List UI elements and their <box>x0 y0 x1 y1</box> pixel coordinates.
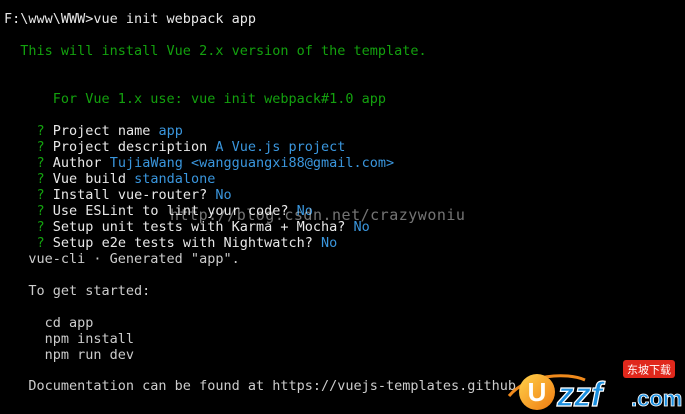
prompt-author: ? Author TujiaWang <wangguangxi88@gmail.… <box>4 139 395 171</box>
info-line-vue1-command: vue init webpack#1.0 app <box>190 91 387 107</box>
prompt-label: Setup e2e tests with Nightwatch? <box>52 235 322 251</box>
generated-message: vue-cli · Generated "app". <box>4 251 240 267</box>
info-line-vue1: For Vue 1.x use: vue init webpack#1.0 ap… <box>4 75 386 107</box>
step-cd: cd app <box>4 315 94 331</box>
info-line-vue1-label: For Vue 1.x use: <box>36 91 191 107</box>
watermark-url: http://blog.csdn.net/crazywoniu <box>170 206 466 224</box>
question-mark-icon: ? <box>36 235 45 251</box>
step-npm-install: npm install <box>4 331 135 347</box>
uzzf-logo-graphic: U zzf 东坡下载 .com <box>507 360 683 414</box>
uzzf-logo: U zzf 东坡下载 .com <box>507 354 685 414</box>
brand-text: zzf <box>556 376 606 414</box>
command-line: F:\www\WWW>vue init webpack app <box>4 11 256 27</box>
domain-text: .com <box>631 386 682 411</box>
prompt-vue-build: ? Vue build standalone <box>4 155 216 187</box>
get-started-heading: To get started: <box>4 283 151 299</box>
info-line-vue2: This will install Vue 2.x version of the… <box>4 43 427 59</box>
terminal-window[interactable]: F:\www\WWW>vue init webpack app This wil… <box>0 0 685 414</box>
step-npm-run-dev: npm run dev <box>4 347 135 363</box>
prompt-project-description: ? Project description A Vue.js project <box>4 123 346 155</box>
orb-letter: U <box>528 377 547 407</box>
prompt-project-name: ? Project name app <box>4 107 183 139</box>
prompt-answer: No <box>321 235 338 251</box>
prompt-vue-router: ? Install vue-router? No <box>4 171 232 203</box>
prompt-eslint: ? Use ESLint to lint your code? No <box>4 187 313 219</box>
documentation-line: Documentation can be found at https://vu… <box>4 378 517 394</box>
tagline-text: 东坡下载 <box>627 364 671 377</box>
